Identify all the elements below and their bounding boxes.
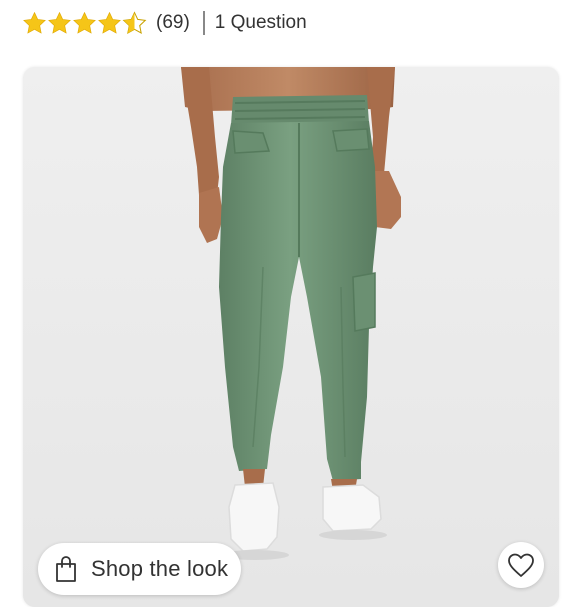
product-photo xyxy=(23,67,559,607)
shopping-bag-icon xyxy=(56,556,76,582)
divider xyxy=(202,11,205,35)
rating-summary[interactable]: (69) 1 Question xyxy=(22,8,307,38)
half-star-icon xyxy=(122,10,147,34)
rating-stars xyxy=(22,10,147,36)
favorite-button[interactable] xyxy=(498,542,544,588)
star-icon xyxy=(98,11,121,34)
shop-the-look-label: Shop the look xyxy=(91,556,229,581)
review-count[interactable]: (69) xyxy=(156,12,190,34)
star-icon xyxy=(73,11,96,34)
star-icon xyxy=(48,11,71,34)
product-image[interactable] xyxy=(23,67,559,607)
shop-the-look-button[interactable]: Shop the look xyxy=(38,543,241,595)
heart-icon xyxy=(508,553,534,577)
star-icon xyxy=(23,11,46,34)
questions-link[interactable]: 1 Question xyxy=(215,12,307,34)
